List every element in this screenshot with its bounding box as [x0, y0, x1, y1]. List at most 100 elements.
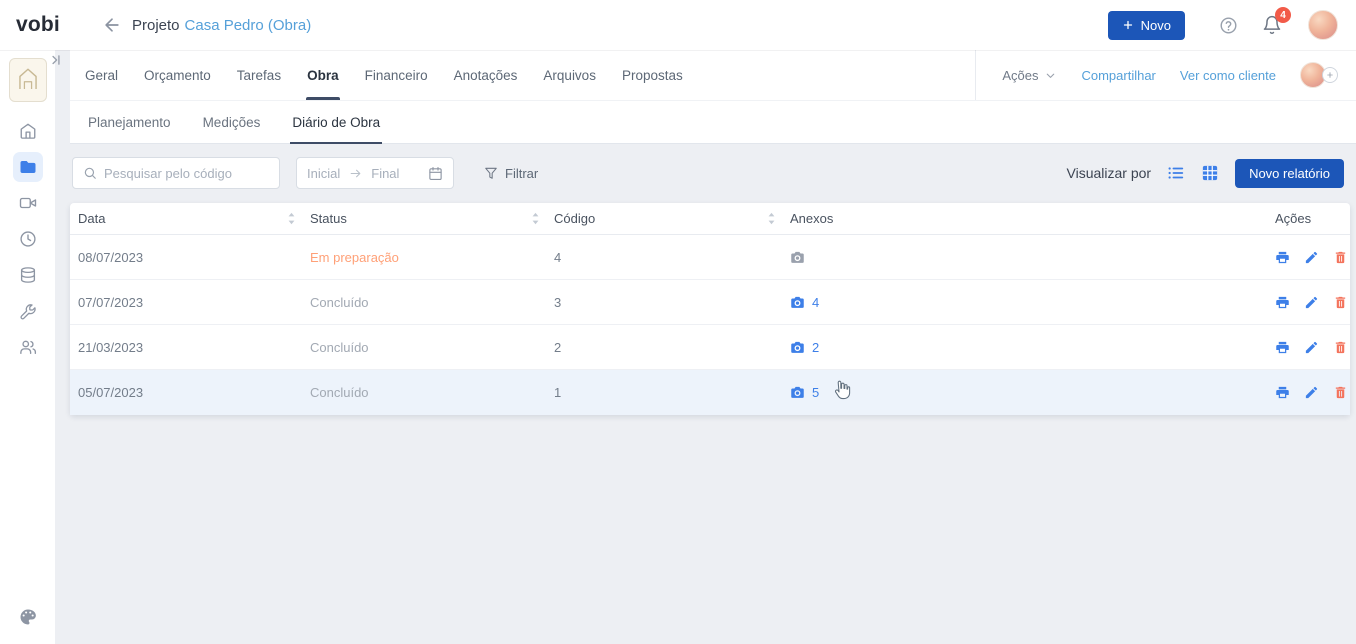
users-icon	[19, 338, 37, 356]
user-avatar[interactable]	[1308, 10, 1338, 40]
table-row[interactable]: 08/07/2023 Em preparação 4	[70, 235, 1350, 280]
printer-icon	[1275, 385, 1290, 400]
new-report-button[interactable]: Novo relatório	[1235, 159, 1344, 188]
sidebar-item-tools[interactable]	[13, 296, 43, 326]
breadcrumb: ProjetoCasa Pedro (Obra)	[132, 17, 311, 34]
subtab-planejamento[interactable]: Planejamento	[72, 101, 187, 143]
status-text: Concluído	[310, 340, 369, 355]
column-header-data[interactable]: Data	[70, 211, 310, 226]
main-content: Geral Orçamento Tarefas Obra Financeiro …	[70, 50, 1356, 644]
sidebar-item-theme[interactable]	[13, 602, 43, 632]
table-view-button[interactable]	[1201, 164, 1219, 182]
vobi-logo: vobi	[16, 13, 60, 37]
camera-icon	[790, 295, 805, 310]
clock-icon	[19, 230, 37, 248]
video-camera-icon	[19, 194, 37, 212]
camera-icon	[790, 340, 805, 355]
help-button[interactable]	[1219, 16, 1238, 35]
attachment-count: 4	[812, 295, 819, 310]
edit-button[interactable]	[1304, 385, 1320, 401]
breadcrumb-project-link[interactable]: Casa Pedro (Obra)	[185, 17, 312, 34]
home-icon	[19, 122, 37, 140]
add-collaborator-button[interactable]	[1322, 67, 1338, 83]
printer-icon	[1275, 340, 1290, 355]
sort-icon[interactable]	[767, 212, 776, 225]
notifications-button[interactable]: 4	[1262, 15, 1282, 35]
subtab-medicoes[interactable]: Medições	[187, 101, 277, 143]
attachment-count: 5	[812, 385, 819, 400]
tab-propostas[interactable]: Propostas	[609, 50, 696, 100]
subtab-diario-de-obra[interactable]: Diário de Obra	[276, 101, 396, 143]
view-as-client-link[interactable]: Ver como cliente	[1180, 68, 1276, 83]
row-attachments[interactable]	[790, 250, 1258, 265]
filter-label: Filtrar	[505, 166, 538, 181]
sidebar-item-projects[interactable]	[13, 152, 43, 182]
row-attachments[interactable]: 5	[790, 385, 1258, 400]
sidebar-item-media[interactable]	[13, 188, 43, 218]
table-header-row: Data Status Código Anexos Ações	[70, 203, 1350, 235]
camera-icon	[790, 385, 805, 400]
column-header-status[interactable]: Status	[310, 211, 554, 226]
project-tabbar: Geral Orçamento Tarefas Obra Financeiro …	[70, 50, 1356, 100]
column-label: Data	[78, 211, 105, 226]
table-row[interactable]: 07/07/2023 Concluído 3 4	[70, 280, 1350, 325]
column-label: Status	[310, 211, 347, 226]
date-start-placeholder: Inicial	[307, 166, 340, 181]
delete-button[interactable]	[1333, 249, 1349, 265]
print-button[interactable]	[1275, 339, 1291, 355]
row-attachments[interactable]: 4	[790, 295, 1258, 310]
print-button[interactable]	[1275, 385, 1291, 401]
sort-icon[interactable]	[287, 212, 296, 225]
edit-button[interactable]	[1304, 339, 1320, 355]
collapse-arrow-icon	[49, 53, 63, 67]
date-range-picker[interactable]: Inicial Final	[296, 157, 454, 189]
list-toolbar: Inicial Final Filtrar Visualizar por Nov…	[70, 144, 1356, 189]
back-button[interactable]	[102, 15, 122, 35]
tab-obra[interactable]: Obra	[294, 50, 352, 100]
delete-button[interactable]	[1333, 339, 1349, 355]
share-link[interactable]: Compartilhar	[1081, 68, 1155, 83]
sidebar-collapse-toggle[interactable]	[49, 52, 64, 67]
table-row[interactable]: 05/07/2023 Concluído 1 5	[70, 370, 1350, 415]
print-button[interactable]	[1275, 294, 1291, 310]
wrench-icon	[19, 302, 37, 320]
tab-arquivos[interactable]: Arquivos	[530, 50, 609, 100]
tab-tarefas[interactable]: Tarefas	[224, 50, 294, 100]
sort-icon[interactable]	[531, 212, 540, 225]
table-row[interactable]: 21/03/2023 Concluído 2 2	[70, 325, 1350, 370]
edit-button[interactable]	[1304, 294, 1320, 310]
sidebar-nav	[13, 116, 43, 362]
column-header-codigo[interactable]: Código	[554, 211, 790, 226]
project-thumbnail[interactable]	[9, 58, 47, 102]
sidebar-item-home[interactable]	[13, 116, 43, 146]
trash-icon	[1333, 250, 1348, 265]
row-date: 08/07/2023	[70, 250, 310, 265]
search-input[interactable]	[104, 166, 269, 181]
trash-icon	[1333, 295, 1348, 310]
printer-icon	[1275, 250, 1290, 265]
list-view-button[interactable]	[1167, 164, 1185, 182]
print-button[interactable]	[1275, 249, 1291, 265]
column-header-acoes: Ações	[1258, 211, 1350, 226]
tab-orcamento[interactable]: Orçamento	[131, 50, 224, 100]
sidebar-item-people[interactable]	[13, 332, 43, 362]
tab-geral[interactable]: Geral	[72, 50, 131, 100]
attachment-count: 2	[812, 340, 819, 355]
actions-dropdown[interactable]: Ações	[1002, 68, 1057, 83]
sidebar-item-database[interactable]	[13, 260, 43, 290]
edit-button[interactable]	[1304, 249, 1320, 265]
tab-financeiro[interactable]: Financeiro	[352, 50, 441, 100]
delete-button[interactable]	[1333, 385, 1349, 401]
row-actions	[1258, 249, 1350, 265]
row-date: 05/07/2023	[70, 385, 310, 400]
tab-anotacoes[interactable]: Anotações	[441, 50, 531, 100]
filter-button[interactable]: Filtrar	[484, 166, 538, 181]
left-sidebar	[0, 50, 55, 644]
row-attachments[interactable]: 2	[790, 340, 1258, 355]
delete-button[interactable]	[1333, 294, 1349, 310]
pencil-icon	[1304, 250, 1319, 265]
sidebar-item-time[interactable]	[13, 224, 43, 254]
pencil-icon	[1304, 385, 1319, 400]
new-button[interactable]: Novo	[1108, 11, 1185, 40]
status-text: Concluído	[310, 295, 369, 310]
